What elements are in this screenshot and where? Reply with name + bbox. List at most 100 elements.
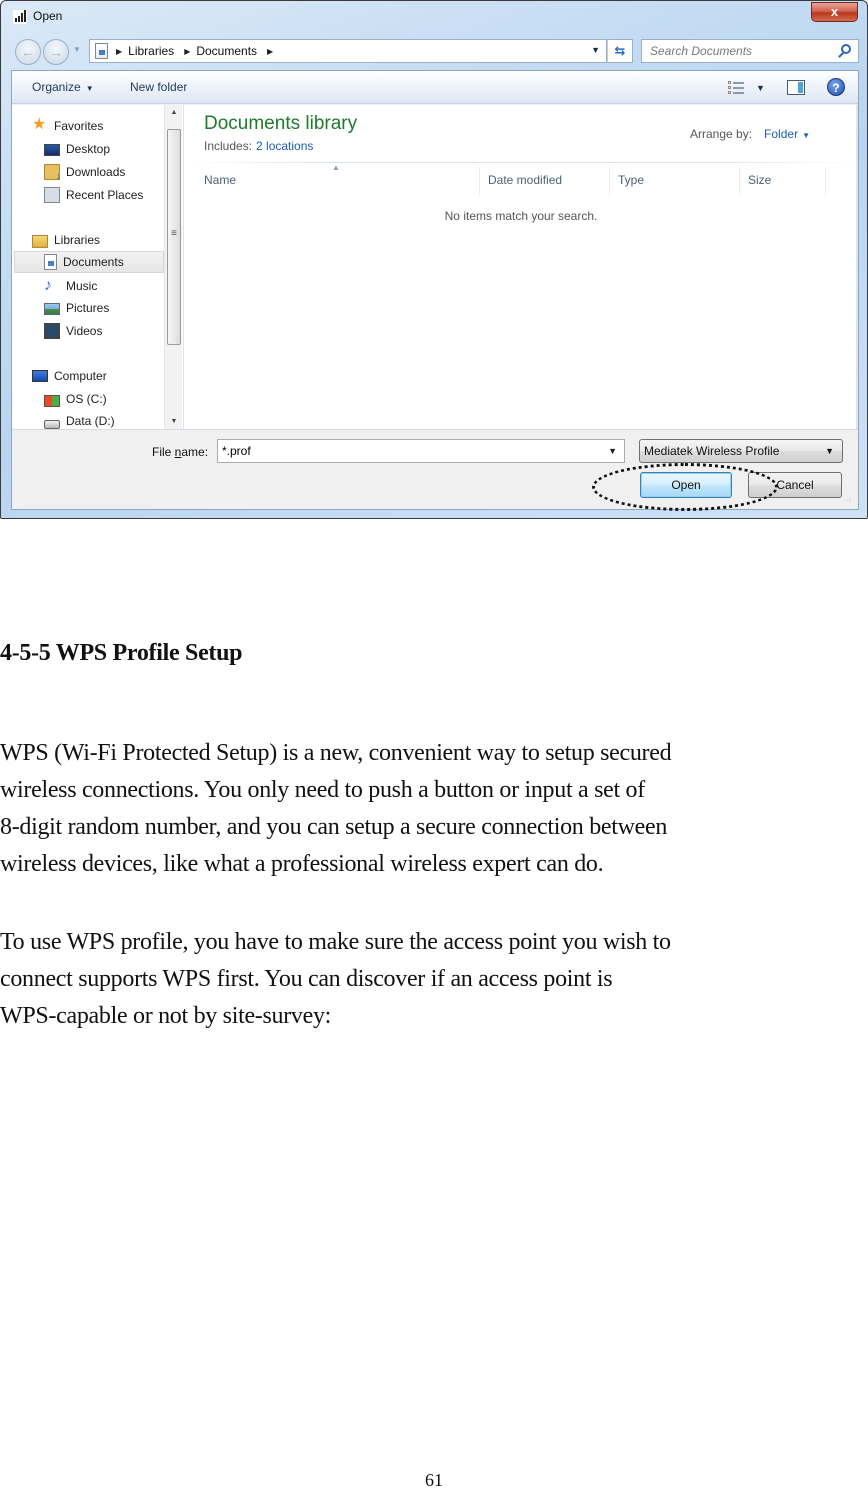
preview-pane-icon[interactable] <box>787 80 805 95</box>
column-header-type[interactable]: Type <box>610 167 740 195</box>
arrange-by-dropdown[interactable]: Folder ▼ <box>764 127 810 141</box>
videos-icon <box>44 323 60 339</box>
text-line: 8-digit random number, and you can setup… <box>0 814 668 840</box>
text-line: connect supports WPS first. You can disc… <box>0 966 613 992</box>
scroll-down-icon[interactable]: ▼ <box>165 418 183 425</box>
close-icon: x <box>830 4 839 19</box>
new-folder-button[interactable]: New folder <box>130 80 187 94</box>
window-title: Open <box>33 9 63 23</box>
file-name-label-part: ame: <box>181 445 209 459</box>
breadcrumb-chevron-icon[interactable]: ▶ <box>184 47 190 56</box>
title-bar[interactable]: Open x <box>1 1 867 33</box>
cancel-button[interactable]: Cancel <box>748 472 842 498</box>
organize-label: Organize <box>32 80 81 94</box>
forward-button[interactable]: → <box>43 39 69 65</box>
breadcrumb-documents[interactable]: Documents <box>196 44 257 58</box>
search-icon[interactable] <box>841 44 851 54</box>
drive-c-icon <box>44 394 60 407</box>
chevron-down-icon: ▼ <box>802 131 810 140</box>
scroll-up-icon[interactable]: ▲ <box>165 109 183 116</box>
close-button[interactable]: x <box>811 2 858 22</box>
nav-item-label: Pictures <box>66 301 110 315</box>
change-view-icon[interactable] <box>728 81 744 95</box>
signal-app-icon <box>13 10 27 24</box>
back-button[interactable]: ← <box>15 39 41 65</box>
documents-icon <box>44 254 57 270</box>
nav-item-desktop[interactable]: Desktop <box>44 138 110 160</box>
nav-item-label: Videos <box>66 324 103 338</box>
breadcrumb-chevron-icon[interactable]: ▶ <box>116 47 122 56</box>
column-header-name[interactable]: Name <box>196 167 480 195</box>
nav-item-recent-places[interactable]: Recent Places <box>44 184 143 206</box>
dialog-content: Organize ▼ New folder ▼ ? ★ Favorites Desk… <box>11 70 859 510</box>
nav-item-label: Recent Places <box>66 188 144 202</box>
help-icon[interactable]: ? <box>827 78 845 96</box>
desktop-icon <box>44 144 60 156</box>
nav-item-label: Downloads <box>66 165 126 179</box>
navigation-pane: ★ Favorites Desktop Downloads Recent Plac… <box>12 105 183 429</box>
nav-item-pictures[interactable]: Pictures <box>44 297 109 319</box>
wps-usage-paragraph: To use WPS profile, you have to make sur… <box>0 924 671 1035</box>
breadcrumb-libraries[interactable]: Libraries <box>128 44 174 58</box>
refresh-icon: ⇆ <box>614 43 626 58</box>
music-icon: ♪ <box>44 277 52 294</box>
nav-item-os-c[interactable]: OS (C:) <box>44 388 107 410</box>
includes-label: Includes: <box>204 139 253 153</box>
nav-item-label: Libraries <box>54 233 101 247</box>
file-selection-area: File name: ▼ Mediatek Wireless Profile ▼… <box>12 429 858 509</box>
nav-item-favorites[interactable]: ★ Favorites <box>32 115 103 137</box>
text-line: wireless devices, like what a profession… <box>0 851 604 877</box>
chevron-down-icon[interactable]: ▼ <box>608 446 617 456</box>
address-bar[interactable]: ▶ Libraries ▶ Documents ▶ ▼ <box>89 39 607 63</box>
file-name-label: File name: <box>152 445 208 459</box>
refresh-button[interactable]: ⇆ <box>607 39 633 63</box>
file-type-value: Mediatek Wireless Profile <box>644 444 780 458</box>
nav-item-libraries[interactable]: Libraries <box>32 229 100 251</box>
library-title: Documents library <box>204 113 358 134</box>
view-options-dropdown-icon[interactable]: ▼ <box>756 83 765 93</box>
column-header-size[interactable]: Size <box>740 167 826 195</box>
nav-item-downloads[interactable]: Downloads <box>44 161 125 183</box>
chevron-down-icon: ▼ <box>825 446 834 456</box>
arrange-by: Arrange by: Folder ▼ <box>690 127 810 141</box>
back-arrow-icon: ← <box>21 44 35 60</box>
search-input[interactable] <box>642 40 832 62</box>
search-box[interactable] <box>641 39 859 63</box>
file-name-input[interactable] <box>218 440 598 462</box>
nav-item-label: OS (C:) <box>66 392 107 406</box>
text-line: wireless connections. You only need to p… <box>0 777 645 803</box>
star-icon: ★ <box>32 116 47 133</box>
organize-button[interactable]: Organize ▼ <box>32 80 94 94</box>
nav-item-label: Documents <box>63 255 124 269</box>
scrollbar-thumb[interactable] <box>167 129 181 345</box>
wps-intro-paragraph: WPS (Wi-Fi Protected Setup) is a new, co… <box>0 735 672 883</box>
command-bar: Organize ▼ New folder ▼ ? <box>12 71 858 104</box>
locations-link[interactable]: 2 locations <box>256 139 313 153</box>
open-button[interactable]: Open <box>640 472 732 498</box>
resize-grip-icon[interactable]: ⁘ <box>846 497 856 507</box>
nav-pane-scrollbar[interactable]: ▲ ▼ <box>164 105 182 429</box>
text-line: To use WPS profile, you have to make sur… <box>0 929 671 955</box>
address-dropdown-icon[interactable]: ▼ <box>591 45 600 55</box>
file-type-select[interactable]: Mediatek Wireless Profile ▼ <box>639 439 843 463</box>
empty-list-message: No items match your search. <box>444 209 598 223</box>
arrange-by-value: Folder <box>764 127 799 141</box>
pictures-icon <box>44 303 60 315</box>
library-includes: Includes: 2 locations <box>204 139 313 153</box>
file-name-combobox[interactable]: ▼ <box>217 439 625 463</box>
nav-item-label: Desktop <box>66 142 111 156</box>
nav-item-documents[interactable]: Documents <box>14 251 164 273</box>
nav-item-computer[interactable]: Computer <box>32 365 107 387</box>
file-list: Documents library Includes: 2 locations A… <box>184 105 858 429</box>
header-divider <box>184 162 858 163</box>
section-heading: 4-5-5 WPS Profile Setup <box>0 640 243 666</box>
nav-item-videos[interactable]: Videos <box>44 320 102 342</box>
text-line: WPS-capable or not by site-survey: <box>0 1003 332 1029</box>
file-name-label-part: File <box>152 445 175 459</box>
file-list-edge <box>856 105 858 429</box>
breadcrumb-chevron-icon[interactable]: ▶ <box>267 47 273 56</box>
column-header-date-modified[interactable]: Date modified <box>480 167 610 195</box>
nav-item-music[interactable]: ♪ Music <box>44 275 97 297</box>
recent-locations-dropdown[interactable]: ▼ <box>73 45 81 54</box>
nav-item-label: Data (D:) <box>66 414 115 428</box>
